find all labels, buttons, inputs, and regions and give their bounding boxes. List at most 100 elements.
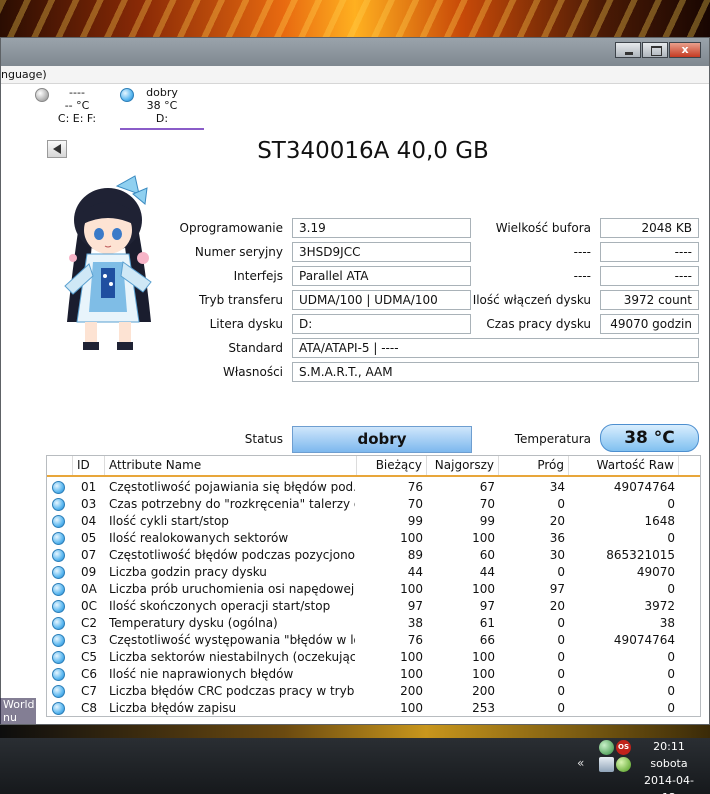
status-label: Status (244, 432, 283, 446)
drive-tab-d[interactable]: dobry 38 °C D: (120, 86, 204, 130)
minimize-button[interactable] (615, 42, 641, 58)
cell-worst: 200 (472, 684, 495, 698)
table-row[interactable]: 09 Liczba godzin pracy dysku 44 44 0 49070 (47, 564, 700, 581)
firmware-value: 3.19 (292, 218, 471, 238)
antivirus-tray-icon[interactable]: OS (616, 740, 631, 755)
attribute-status-icon (52, 617, 65, 630)
temperature-badge[interactable]: 38 °C (600, 424, 699, 452)
cell-raw-value: 0 (667, 650, 675, 664)
interface-value: Parallel ATA (292, 266, 471, 286)
maximize-button[interactable] (642, 42, 668, 58)
drive-letters: C: E: F: (57, 112, 97, 125)
cell-worst: 100 (472, 650, 495, 664)
cell-current: 200 (400, 684, 423, 698)
attribute-status-icon (52, 532, 65, 545)
column-header-id[interactable]: ID (73, 456, 105, 475)
cell-attribute-name: Ilość realokowanych sektorów (109, 531, 289, 545)
network-tray-icon[interactable] (599, 740, 614, 755)
cell-worst: 67 (479, 480, 495, 494)
cell-current: 100 (400, 531, 423, 545)
table-row[interactable]: C2 Temperatury dysku (ogólna) 38 61 0 38 (47, 615, 700, 632)
desktop-wallpaper (0, 0, 710, 40)
empty-field-label: ---- (573, 269, 591, 283)
close-button[interactable]: x (669, 42, 701, 58)
table-row[interactable]: C8 Liczba błędów zapisu 100 253 0 0 (47, 700, 700, 716)
cell-current: 99 (407, 514, 423, 528)
serial-value: 3HSD9JCC (292, 242, 471, 262)
table-row[interactable]: C5 Liczba sektorów niestabilnych (oczekuj… (47, 649, 700, 666)
serial-label: Numer seryjny (194, 245, 283, 259)
cell-threshold: 97 (549, 582, 565, 596)
cell-id: 09 (81, 565, 97, 579)
cell-attribute-name: Liczba sektorów niestabilnych (oczekując… (109, 650, 355, 664)
column-header-current[interactable]: Bieżący (357, 456, 427, 475)
display-tray-icon[interactable] (599, 757, 614, 772)
drive-letter-value: D: (292, 314, 471, 334)
column-header-raw-value[interactable]: Wartość Raw (569, 456, 679, 475)
cell-raw-value: 0 (667, 667, 675, 681)
health-status-badge[interactable]: dobry (292, 426, 472, 453)
cell-worst: 66 (479, 633, 495, 647)
column-header-worst[interactable]: Najgorszy (427, 456, 499, 475)
cell-threshold: 36 (549, 531, 565, 545)
drive-temp: 38 °C (146, 99, 178, 112)
cell-threshold: 20 (549, 514, 565, 528)
title-bar[interactable]: x (1, 38, 709, 66)
table-row[interactable]: 04 Ilość cykli start/stop 99 99 20 1648 (47, 513, 700, 530)
cell-raw-value: 0 (667, 531, 675, 545)
show-hidden-icons-button[interactable]: « (577, 756, 584, 770)
table-row[interactable]: 05 Ilość realokowanych sektorów 100 100 36 0 (47, 530, 700, 547)
interface-label: Interfejs (233, 269, 283, 283)
cell-attribute-name: Częstotliwość występowania "błędów w lo.… (109, 633, 355, 647)
table-row[interactable]: 01 Częstotliwość pojawiania się błędów po… (47, 479, 700, 496)
cell-threshold: 30 (549, 548, 565, 562)
cell-raw-value: 0 (667, 497, 675, 511)
utorrent-tray-icon[interactable] (616, 757, 631, 772)
mascot-character-image (64, 175, 152, 350)
table-row[interactable]: C3 Częstotliwość występowania "błędów w l… (47, 632, 700, 649)
transfer-mode-label: Tryb transferu (198, 293, 283, 307)
table-row[interactable]: 03 Czas potrzebny do "rozkręcenia" talerz… (47, 496, 700, 513)
buffer-size-label: Wielkość bufora (495, 221, 591, 235)
drive-tab-cef[interactable]: ---- -- °C C: E: F: (35, 86, 119, 130)
previous-disk-button[interactable] (47, 140, 67, 158)
table-row[interactable]: 0A Liczba prób uruchomienia osi napędowej… (47, 581, 700, 598)
attribute-status-icon (52, 600, 65, 613)
cell-attribute-name: Liczba godzin pracy dysku (109, 565, 267, 579)
cell-attribute-name: Liczba błędów zapisu (109, 701, 237, 715)
cell-attribute-name: Ilość cykli start/stop (109, 514, 229, 528)
transfer-mode-value: UDMA/100 | UDMA/100 (292, 290, 471, 310)
table-row[interactable]: 07 Częstotliwość błędów podczas pozycjono… (47, 547, 700, 564)
table-row[interactable]: C7 Liczba błędów CRC podczas pracy w tryb… (47, 683, 700, 700)
cell-worst: 60 (479, 548, 495, 562)
cell-id: 04 (81, 514, 97, 528)
cell-id: 0C (81, 599, 98, 613)
cell-raw-value: 0 (667, 582, 675, 596)
cell-current: 89 (407, 548, 423, 562)
desktop-side-text: nu (3, 711, 17, 724)
cell-attribute-name: Ilość nie naprawionych błędów (109, 667, 294, 681)
column-header-threshold[interactable]: Próg (499, 456, 569, 475)
clock[interactable]: 20:11 sobota 2014-04-12 (640, 738, 698, 794)
column-header-attribute-name[interactable]: Attribute Name (105, 456, 357, 475)
menu-item-language[interactable]: nguage) (1, 68, 47, 81)
desktop-side-text: World (3, 698, 35, 711)
attribute-status-icon (52, 481, 65, 494)
disk-title: ST340016A 40,0 GB (257, 138, 489, 164)
cell-threshold: 0 (557, 701, 565, 715)
clock-date: 2014-04-12 (644, 774, 694, 794)
table-row[interactable]: C6 Ilość nie naprawionych błędów 100 100 0 0 (47, 666, 700, 683)
attribute-status-icon (52, 651, 65, 664)
cell-threshold: 0 (557, 565, 565, 579)
temperature-label: Temperatura (514, 432, 591, 446)
cell-raw-value: 865321015 (606, 548, 675, 562)
table-row[interactable]: 0C Ilość skończonych operacji start/stop 9… (47, 598, 700, 615)
cell-threshold: 20 (549, 599, 565, 613)
cell-raw-value: 0 (667, 684, 675, 698)
drive-temp: -- °C (64, 99, 90, 112)
standard-value: ATA/ATAPI-5 | ---- (292, 338, 699, 358)
buffer-size-value: 2048 KB (600, 218, 699, 238)
smart-attributes-table[interactable]: ID Attribute Name Bieżący Najgorszy Próg… (46, 455, 701, 717)
attribute-status-icon (52, 515, 65, 528)
clock-time: 20:11 (653, 740, 685, 753)
